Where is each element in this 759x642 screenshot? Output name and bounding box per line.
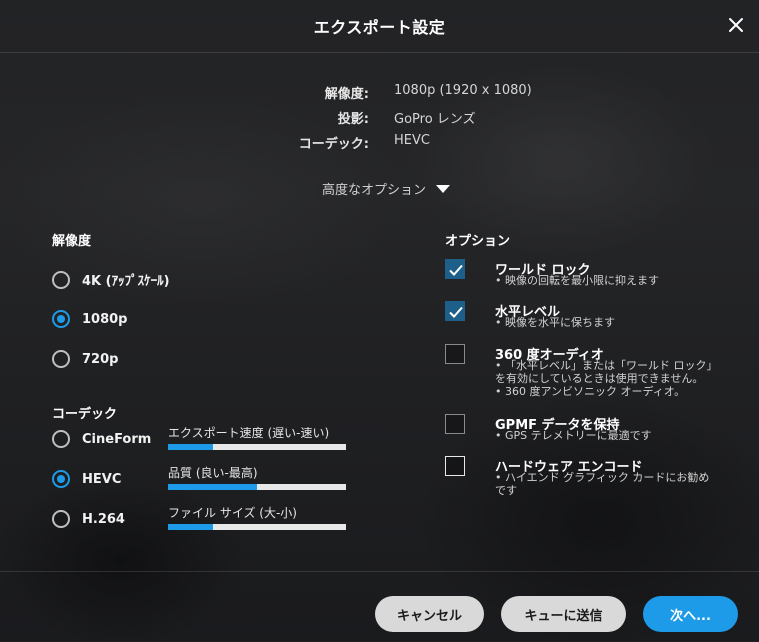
meter-export-speed: エクスポート速度 (遅い-速い) [168,424,346,450]
checkbox[interactable] [445,414,465,434]
checkbox[interactable] [445,301,465,321]
cancel-button[interactable]: キャンセル [375,596,484,632]
radio-codec-h264[interactable]: H.264 [52,510,125,528]
option-description: • 映像を水平に保ちます [495,316,615,329]
radio-label: 4K (ｱｯﾌﾟｽｹｰﾙ) [82,274,170,289]
check-icon [449,306,463,318]
title-bar: エクスポート設定 [0,0,759,53]
summary-label: コーデック: [298,137,369,152]
checkbox[interactable] [445,344,465,364]
meter-track [168,524,346,530]
radio-circle [52,350,70,368]
meter-file-size: ファイル サイズ (大-小) [168,504,346,530]
codec-heading: コーデック [52,407,118,422]
options-heading: オプション [445,234,511,249]
close-icon[interactable] [727,16,745,34]
summary-value: GoPro レンズ [394,112,476,127]
summary-value: HEVC [394,133,430,148]
radio-label: CineForm [82,431,152,447]
checkbox[interactable] [445,456,465,476]
summary-label: 投影: [337,112,369,127]
summary-row-projection: 投影: GoPro レンズ [0,108,759,128]
advanced-options-label: 高度なオプション [322,183,427,198]
radio-circle [52,430,70,448]
dialog-footer: キャンセル キューに送信 次へ... [0,571,759,642]
radio-codec-hevc[interactable]: HEVC [52,470,121,488]
radio-label: 720p [82,351,119,367]
option-description: • 映像の回転を最小限に抑えます [495,274,659,287]
meter-track [168,444,346,450]
radio-circle [52,270,70,289]
summary-row-codec: コーデック: HEVC [0,133,759,153]
meter-track [168,484,346,490]
summary-value: 1080p (1920 x 1080) [394,83,532,98]
radio-codec-cineform[interactable]: CineForm [52,430,151,448]
radio-resolution-4k[interactable]: 4K (ｱｯﾌﾟｽｹｰﾙ) [52,270,170,289]
triangle-down-icon [436,184,451,193]
meter-quality: 品質 (良い-最高) [168,464,346,490]
radio-label: HEVC [82,471,122,487]
radio-resolution-720p[interactable]: 720p [52,350,118,368]
advanced-options-toggle[interactable]: 高度なオプション [322,179,451,198]
option-description: • GPS テレメトリーに最適です [495,429,652,442]
meter-fill [168,444,213,450]
send-to-queue-button[interactable]: キューに送信 [501,596,626,632]
radio-circle [52,470,70,488]
radio-circle [52,510,70,528]
option-description: • 「水平レベル」または「ワールド ロック」を有効にしているときは使用できません… [495,359,712,398]
dialog-title: エクスポート設定 [313,18,446,37]
meter-fill [168,524,213,530]
check-icon [449,264,463,276]
meter-label: エクスポート速度 (遅い-速い) [168,426,330,440]
summary-row-resolution: 解像度: 1080p (1920 x 1080) [0,83,759,103]
meter-label: ファイル サイズ (大-小) [168,506,297,520]
summary-label: 解像度: [324,87,369,102]
radio-resolution-1080p[interactable]: 1080p [52,310,128,328]
meter-label: 品質 (良い-最高) [168,466,258,480]
meter-fill [168,484,257,490]
checkbox[interactable] [445,259,465,279]
next-button[interactable]: 次へ... [643,596,738,632]
option-description: • ハイエンド グラフィック カードにお勧めです [495,471,710,497]
radio-label: H.264 [82,511,125,527]
radio-label: 1080p [82,311,128,327]
resolution-heading: 解像度 [52,234,92,249]
radio-circle [52,310,70,328]
